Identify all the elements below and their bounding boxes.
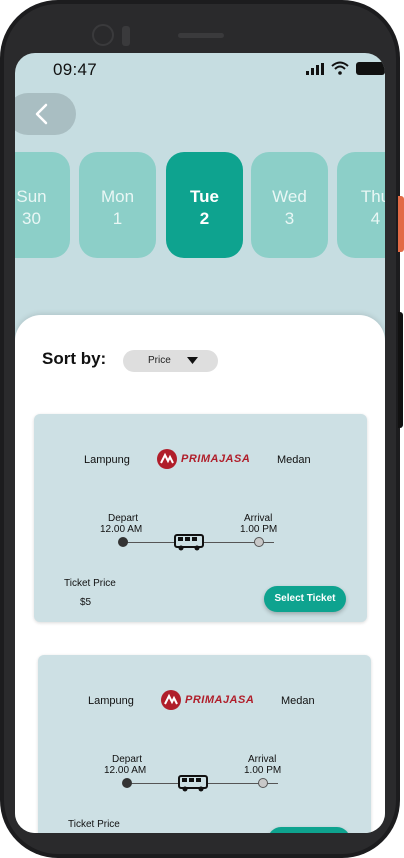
operator-name: PRIMAJASA (181, 453, 251, 465)
select-ticket-button[interactable] (268, 827, 350, 833)
back-button[interactable] (15, 93, 76, 135)
day-name: Wed (272, 187, 307, 206)
battery-icon (356, 62, 385, 75)
day-name: Sun (16, 187, 47, 206)
ticket-card: Lampung PRIMAJASA Medan Depart 12.00 AM … (34, 414, 367, 622)
depart-time: 12.00 AM (104, 765, 147, 776)
primajasa-logo (161, 690, 181, 710)
day-name: Thu (360, 187, 385, 206)
arrival-time: 1.00 PM (240, 524, 278, 535)
origin-city: Lampung (88, 695, 134, 707)
app-screen: 09:47 Sun 30 Mon 1 Tue 2 Wed 3 Thu (15, 53, 385, 833)
sort-value: Price (148, 355, 171, 366)
results-sheet: Sort by: Price Lampung PRIMAJASA Medan D… (15, 315, 385, 833)
depart-dot (118, 537, 128, 547)
depart-dot (122, 778, 132, 788)
speaker-grille (178, 33, 224, 38)
sensor-icon (122, 26, 130, 46)
arrival-dot (254, 537, 264, 547)
day-number: 30 (22, 209, 41, 228)
depart-time: 12.00 AM (100, 524, 143, 535)
depart-label: Depart (112, 754, 143, 765)
caret-down-icon (187, 357, 198, 364)
operator-name: PRIMAJASA (185, 694, 255, 706)
ticket-card: Lampung PRIMAJASA Medan Depart 12.00 AM … (38, 655, 371, 833)
side-button (398, 196, 404, 252)
day-name: Mon (100, 187, 135, 206)
power-button (398, 312, 403, 428)
destination-city: Medan (277, 454, 311, 466)
back-arrow-icon (35, 103, 47, 125)
day-card-thu[interactable]: Thu 4 (337, 152, 385, 258)
day-card-tue[interactable]: Tue 2 (166, 152, 243, 258)
arrival-time: 1.00 PM (244, 765, 282, 776)
bus-icon (178, 775, 208, 792)
day-number: 2 (199, 209, 210, 228)
camera-icon (92, 24, 114, 46)
wifi-icon (331, 61, 349, 75)
price-label: Ticket Price (64, 578, 116, 589)
day-number: 1 (112, 209, 123, 228)
sort-dropdown[interactable]: Price (123, 350, 218, 372)
bus-icon (174, 534, 204, 551)
day-card-wed[interactable]: Wed 3 (251, 152, 328, 258)
signal-icon (306, 63, 324, 75)
primajasa-logo (157, 449, 177, 469)
day-number: 4 (370, 209, 381, 228)
destination-city: Medan (281, 695, 315, 707)
sort-label: Sort by: (42, 349, 107, 368)
select-ticket-button[interactable]: Select Ticket (264, 586, 346, 612)
price-label: Ticket Price (68, 819, 120, 830)
day-card-sun[interactable]: Sun 30 (15, 152, 70, 258)
arrival-label: Arrival (248, 754, 277, 765)
day-card-mon[interactable]: Mon 1 (79, 152, 156, 258)
day-number: 3 (284, 209, 295, 228)
operator-logo: PRIMAJASA (160, 688, 254, 712)
origin-city: Lampung (84, 454, 130, 466)
price-value: $5 (80, 597, 92, 608)
day-name: Tue (190, 187, 219, 206)
arrival-label: Arrival (244, 513, 273, 524)
depart-label: Depart (108, 513, 139, 524)
arrival-dot (258, 778, 268, 788)
operator-logo: PRIMAJASA (156, 447, 250, 471)
status-bar: 09:47 (15, 53, 385, 87)
status-time: 09:47 (53, 60, 98, 79)
